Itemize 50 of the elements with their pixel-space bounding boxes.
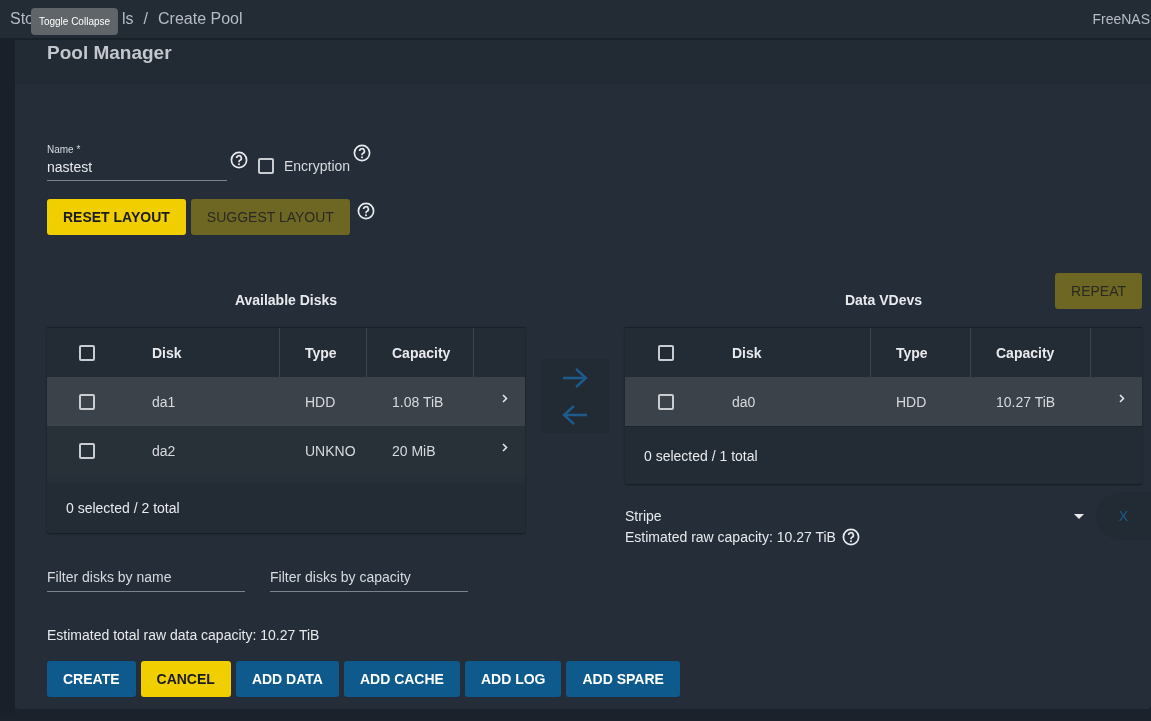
button[interactable]: ADD SPARE: [566, 661, 680, 697]
table-cell-text: 10.27 TiB: [995, 392, 1057, 412]
tooltip: Toggle Collapse: [31, 8, 118, 35]
table-cell-text: da1: [151, 392, 177, 412]
checkbox[interactable]: [79, 344, 95, 361]
button[interactable]: ADD CACHE: [343, 661, 460, 697]
table-row[interactable]: da2 UNKNO 20 MiB: [47, 426, 525, 475]
table-cell-text: 20 MiB: [391, 441, 437, 461]
checkbox[interactable]: [79, 442, 95, 459]
breadcrumb-separator: /: [143, 10, 149, 28]
breadcrumb-current: Create Pool: [158, 10, 243, 28]
checkbox-label: Encryption: [284, 158, 351, 174]
name-field[interactable]: nastest: [47, 155, 225, 180]
checkbox[interactable]: [658, 344, 674, 361]
table-cell-text: da0: [731, 392, 757, 412]
table-cell-text: 1.08 TiB: [391, 392, 445, 412]
section-title: Available Disks: [234, 292, 338, 308]
checkbox[interactable]: [258, 158, 274, 174]
selection-count: 0 selected / 1 total: [644, 447, 758, 464]
filter-field[interactable]: Filter disks by capacity: [270, 565, 468, 592]
table-row[interactable]: da1 HDD 1.08 TiB: [47, 377, 525, 426]
dropdown-caret-icon: [1074, 513, 1084, 519]
chevron-icon[interactable]: [1119, 394, 1125, 403]
field-label: Name *: [47, 144, 82, 155]
chevron-icon[interactable]: [502, 443, 508, 452]
filter-field[interactable]: Filter disks by name: [47, 565, 245, 592]
button[interactable]: ADD DATA: [235, 661, 339, 697]
breadcrumb-link[interactable]: ls: [122, 10, 134, 28]
table-cell-text: da2: [151, 441, 177, 461]
capacity-text: Estimated total raw data capacity: 10.27 TiB: [47, 627, 321, 643]
checkbox[interactable]: [79, 393, 95, 410]
selection-count: 0 selected / 2 total: [66, 500, 180, 516]
table-cell-text: HDD: [895, 392, 928, 412]
button[interactable]: CREATE: [47, 661, 136, 697]
help-icon[interactable]: [841, 528, 860, 546]
help-icon[interactable]: [356, 202, 375, 220]
table-cell-text: HDD: [304, 392, 337, 412]
button[interactable]: CANCEL: [140, 661, 231, 697]
button[interactable]: ADD LOG: [464, 661, 562, 697]
help-icon[interactable]: [353, 144, 372, 162]
table-cell-text: UNKNO: [304, 441, 357, 461]
capacity-text: Estimated raw capacity: 10.27 TiB: [625, 529, 836, 545]
button[interactable]: RESET LAYOUT: [47, 199, 186, 235]
card-title: Pool Manager: [15, 40, 1151, 84]
brand-name: FreeNAS: [1092, 11, 1150, 27]
help-icon[interactable]: [230, 151, 248, 169]
section-title: Data VDevs: [844, 292, 922, 308]
chevron-icon[interactable]: [502, 394, 508, 403]
checkbox[interactable]: [658, 393, 674, 410]
table-row[interactable]: da0 HDD 10.27 TiB: [625, 377, 1142, 426]
